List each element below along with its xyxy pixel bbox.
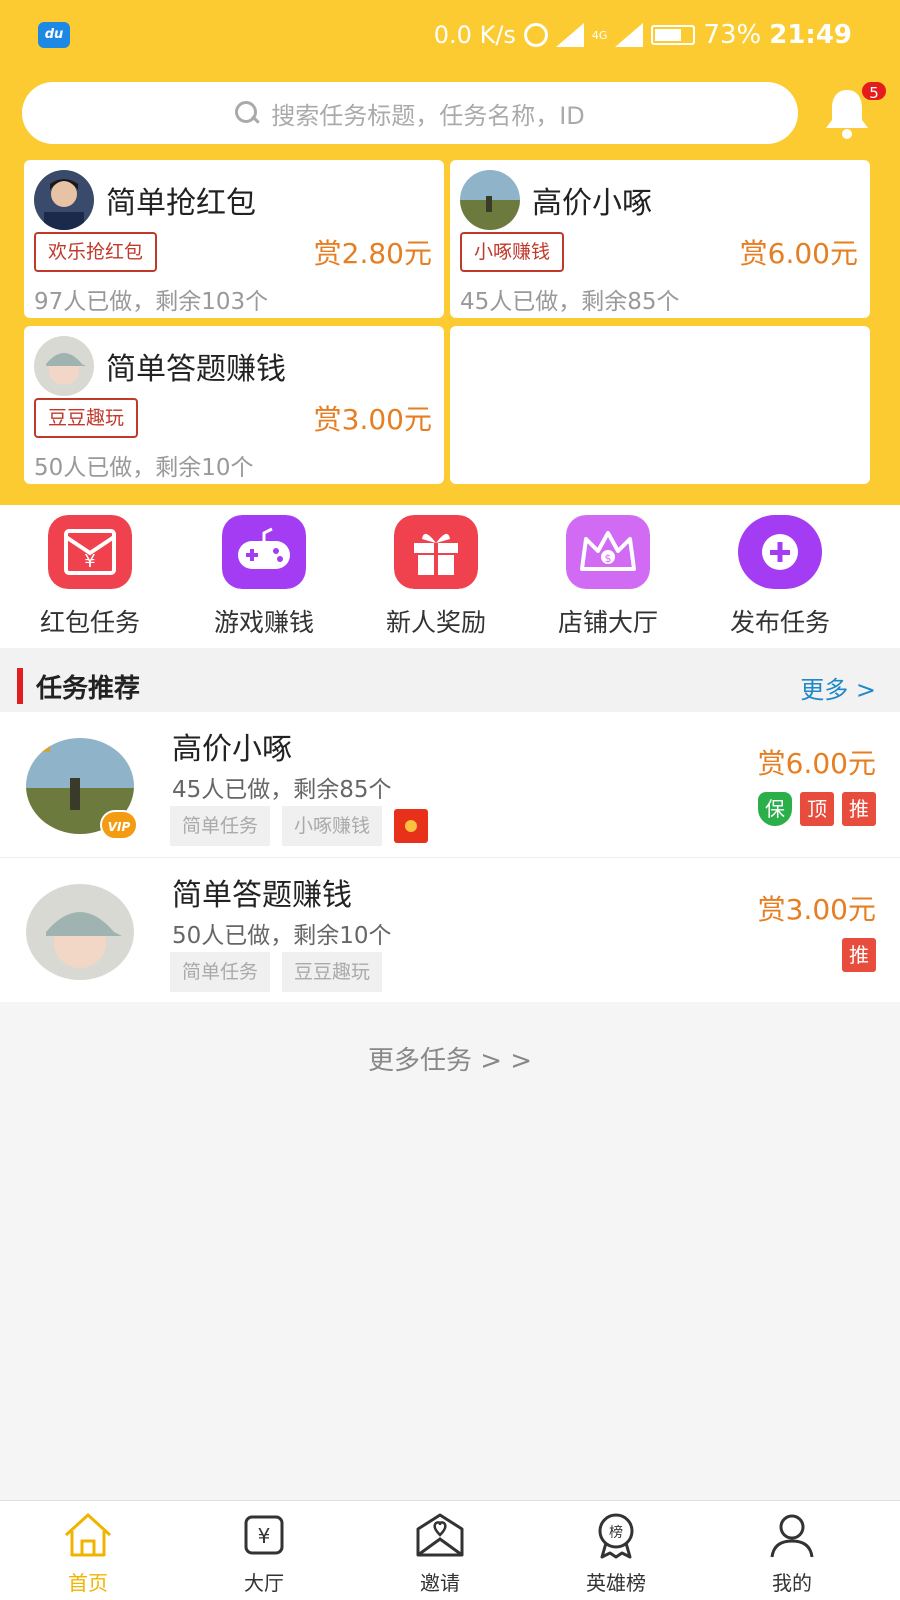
battery-percent: 73% <box>703 20 762 50</box>
task-tag: 简单任务 <box>170 952 271 992</box>
task-badges: 保 顶 推 <box>758 792 876 826</box>
task-tags: 简单任务 小啄赚钱 <box>170 806 429 846</box>
svg-text:榜: 榜 <box>609 1524 623 1541</box>
quick-nav-label: 店铺大厅 <box>557 608 658 637</box>
task-reward: 赏3.00元 <box>757 893 876 926</box>
avatar <box>34 336 94 396</box>
more-link[interactable]: 更多 > <box>800 670 876 705</box>
card-tag: 小啄赚钱 <box>460 232 565 272</box>
card-stat: 50人已做，剩余10个 <box>34 455 254 481</box>
task-list-item[interactable]: VIP 高价小啄 45人已做，剩余85个 简单任务 小啄赚钱 赏6.00元 保 … <box>0 712 900 857</box>
task-title: 简单答题赚钱 <box>172 878 352 913</box>
svg-text:¥: ¥ <box>258 1524 271 1548</box>
gift-icon <box>394 515 478 589</box>
card-title: 高价小啄 <box>532 186 652 221</box>
notification-badge: 5 <box>860 80 888 102</box>
tab-label: 我的 <box>772 1571 812 1595</box>
tab-label: 英雄榜 <box>586 1571 646 1595</box>
quick-nav-publish-task[interactable]: 发布任务 <box>692 515 868 639</box>
task-tag: 简单任务 <box>170 806 271 846</box>
alarm-icon <box>523 23 548 47</box>
card-tag: 豆豆趣玩 <box>34 398 139 438</box>
quick-nav-store-hall[interactable]: $ 店铺大厅 <box>520 515 696 639</box>
task-title: 高价小啄 <box>172 732 292 767</box>
recommend-badge: 推 <box>842 792 876 826</box>
crown-icon: $ <box>566 515 650 589</box>
envelope-heart-icon <box>416 1513 464 1557</box>
quick-nav-label: 新人奖励 <box>385 608 486 637</box>
card-title: 简单抢红包 <box>106 186 256 221</box>
gamepad-icon <box>222 515 306 589</box>
battery-icon <box>651 25 696 45</box>
avatar <box>34 170 94 230</box>
recommend-badge: 推 <box>842 938 876 972</box>
tab-invite[interactable]: 邀请 <box>390 1511 490 1596</box>
quick-nav-label: 红包任务 <box>39 608 140 637</box>
card-reward: 赏2.80元 <box>313 237 432 270</box>
bottom-tab-bar: 首页 ¥ 大厅 邀请 榜 英雄榜 我的 <box>0 1500 900 1600</box>
task-avatar <box>26 884 134 980</box>
red-packet-icon <box>394 809 429 843</box>
search-placeholder: 搜索任务标题，任务名称，ID <box>271 101 585 130</box>
task-tag: 小啄赚钱 <box>282 806 383 846</box>
tab-leaderboard[interactable]: 榜 英雄榜 <box>566 1511 666 1596</box>
ranking-badge-icon: 榜 <box>598 1513 634 1559</box>
search-bar[interactable]: 搜索任务标题，任务名称，ID <box>22 82 798 144</box>
more-tasks-link[interactable]: 更多任务 > > <box>0 1040 900 1077</box>
user-icon <box>770 1514 814 1558</box>
card-reward: 赏6.00元 <box>739 237 858 270</box>
featured-task-card[interactable]: 简单抢红包 欢乐抢红包 赏2.80元 97人已做，剩余103个 <box>24 160 444 318</box>
quick-nav-red-envelope-tasks[interactable]: ¥ 红包任务 <box>2 515 178 639</box>
home-icon <box>64 1513 112 1557</box>
status-bar: du 0.0 K/s 4G 73% 21:49 <box>0 0 900 70</box>
svg-text:$: $ <box>605 552 612 565</box>
featured-task-card[interactable]: 简单答题赚钱 豆豆趣玩 赏3.00元 50人已做，剩余10个 <box>24 326 444 484</box>
task-tags: 简单任务 豆豆趣玩 <box>170 952 383 992</box>
battery-fill <box>655 29 681 41</box>
search-icon <box>235 101 259 125</box>
task-reward: 赏6.00元 <box>757 747 876 780</box>
quick-nav: ¥ 红包任务 游戏赚钱 新人奖励 $ 店铺大厅 发布任务 <box>0 505 900 648</box>
card-tag: 欢乐抢红包 <box>34 232 158 272</box>
section-title: 任务推荐 <box>36 674 141 704</box>
task-badges: 推 <box>842 938 876 972</box>
section-accent-bar <box>17 668 23 704</box>
tab-label: 首页 <box>68 1571 108 1595</box>
quick-nav-label: 游戏赚钱 <box>213 608 314 637</box>
empty-card <box>450 326 870 484</box>
task-stat: 45人已做，剩余85个 <box>172 777 392 803</box>
tab-hall[interactable]: ¥ 大厅 <box>214 1511 314 1596</box>
card-stat: 97人已做，剩余103个 <box>34 289 269 315</box>
task-list-item[interactable]: 简单答题赚钱 50人已做，剩余10个 简单任务 豆豆趣玩 赏3.00元 推 <box>0 857 900 1002</box>
top-badge: 顶 <box>800 792 834 826</box>
app-notification-icon: du <box>38 22 70 48</box>
vip-badge: VIP <box>100 810 138 840</box>
tab-label: 大厅 <box>244 1571 284 1595</box>
yuan-icon: ¥ <box>244 1515 284 1555</box>
task-tag: 豆豆趣玩 <box>282 952 383 992</box>
plus-icon <box>738 515 822 589</box>
tab-label: 邀请 <box>420 1571 460 1595</box>
task-stat: 50人已做，剩余10个 <box>172 923 392 949</box>
signal-icon <box>555 23 584 47</box>
clock: 21:49 <box>769 20 852 50</box>
featured-task-card[interactable]: 高价小啄 小啄赚钱 赏6.00元 45人已做，剩余85个 <box>450 160 870 318</box>
quick-nav-game-earn[interactable]: 游戏赚钱 <box>176 515 352 639</box>
card-stat: 45人已做，剩余85个 <box>460 289 680 315</box>
tab-mine[interactable]: 我的 <box>742 1511 842 1596</box>
card-reward: 赏3.00元 <box>313 403 432 436</box>
svg-text:¥: ¥ <box>84 551 95 572</box>
net-speed: 0.0 K/s <box>433 21 516 49</box>
tab-home[interactable]: 首页 <box>38 1511 138 1596</box>
quick-nav-label: 发布任务 <box>729 608 830 637</box>
network-type: 4G <box>591 28 608 42</box>
guarantee-badge: 保 <box>758 792 792 826</box>
avatar <box>460 170 520 230</box>
signal-icon-2 <box>615 23 644 47</box>
quick-nav-newbie-reward[interactable]: 新人奖励 <box>348 515 524 639</box>
red-envelope-icon: ¥ <box>48 515 132 589</box>
card-title: 简单答题赚钱 <box>106 352 286 387</box>
